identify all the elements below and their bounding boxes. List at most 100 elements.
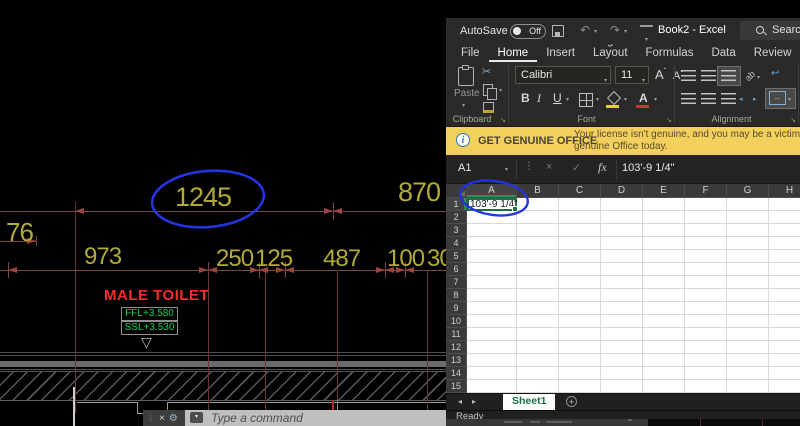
cell-C11[interactable] xyxy=(559,328,601,341)
paste-caret-icon[interactable]: ▾ xyxy=(462,102,465,109)
cell-A5[interactable] xyxy=(467,250,517,263)
cell-A14[interactable] xyxy=(467,367,517,380)
cell-C12[interactable] xyxy=(559,341,601,354)
align-left-icon[interactable] xyxy=(681,93,696,104)
cell-H4[interactable] xyxy=(769,237,800,250)
row-header-9[interactable]: 9 xyxy=(446,302,467,315)
tab-insert[interactable]: Insert xyxy=(537,45,584,62)
cell-G5[interactable] xyxy=(727,250,769,263)
borders-icon[interactable] xyxy=(579,93,593,107)
cell-G3[interactable] xyxy=(727,224,769,237)
insert-function-icon[interactable]: fx xyxy=(598,160,607,175)
font-size-select[interactable]: 11▾ xyxy=(615,66,649,84)
cell-H8[interactable] xyxy=(769,289,800,302)
wrench-icon[interactable]: ⚙ xyxy=(169,413,178,424)
cell-C6[interactable] xyxy=(559,263,601,276)
sheet-tab-sheet1[interactable]: Sheet1 xyxy=(503,394,555,410)
cell-G7[interactable] xyxy=(727,276,769,289)
namebox-resize-icon[interactable]: ⋮ xyxy=(524,161,534,172)
cell-B12[interactable] xyxy=(517,341,559,354)
formula-input[interactable]: 103'-9 1/4" xyxy=(622,162,675,174)
cell-B9[interactable] xyxy=(517,302,559,315)
cell-C4[interactable] xyxy=(559,237,601,250)
cell-D10[interactable] xyxy=(601,315,643,328)
cell-H11[interactable] xyxy=(769,328,800,341)
row-header-8[interactable]: 8 xyxy=(446,289,467,302)
column-header-E[interactable]: E xyxy=(643,184,685,198)
cell-H2[interactable] xyxy=(769,211,800,224)
align-right-icon[interactable] xyxy=(721,93,736,104)
cell-H12[interactable] xyxy=(769,341,800,354)
sheet-nav-right-icon[interactable]: ▸ xyxy=(472,397,476,406)
cell-G1[interactable] xyxy=(727,198,769,211)
cell-F1[interactable] xyxy=(685,198,727,211)
cell-C2[interactable] xyxy=(559,211,601,224)
cell-F11[interactable] xyxy=(685,328,727,341)
cell-E15[interactable] xyxy=(643,380,685,393)
underline-button[interactable]: U xyxy=(553,91,562,105)
wrap-text-icon[interactable]: ↩ xyxy=(771,68,779,79)
cell-C13[interactable] xyxy=(559,354,601,367)
cell-D2[interactable] xyxy=(601,211,643,224)
merge-center-icon[interactable]: ↔ xyxy=(769,91,786,105)
cell-H1[interactable] xyxy=(769,198,800,211)
cell-G11[interactable] xyxy=(727,328,769,341)
cell-D12[interactable] xyxy=(601,341,643,354)
cell-H15[interactable] xyxy=(769,380,800,393)
cell-E14[interactable] xyxy=(643,367,685,380)
cell-C8[interactable] xyxy=(559,289,601,302)
cell-B15[interactable] xyxy=(517,380,559,393)
cell-H10[interactable] xyxy=(769,315,800,328)
cell-E7[interactable] xyxy=(643,276,685,289)
redo-caret-icon[interactable]: ▾ xyxy=(624,28,627,35)
cell-H9[interactable] xyxy=(769,302,800,315)
top-align-icon[interactable] xyxy=(681,70,696,81)
bottom-align-icon[interactable] xyxy=(721,70,736,81)
cell-A4[interactable] xyxy=(467,237,517,250)
orientation-icon[interactable]: ab xyxy=(743,69,757,83)
cell-A15[interactable] xyxy=(467,380,517,393)
fill-caret-icon[interactable]: ▾ xyxy=(624,96,627,103)
borders-caret-icon[interactable]: ▾ xyxy=(596,96,599,103)
tab-review[interactable]: Review xyxy=(745,45,800,62)
tab-home[interactable]: Home xyxy=(489,45,538,62)
cell-H13[interactable] xyxy=(769,354,800,367)
cell-C10[interactable] xyxy=(559,315,601,328)
drag-dots-icon[interactable]: ⋮ xyxy=(147,414,155,423)
copy-icon[interactable] xyxy=(483,84,493,96)
cell-F3[interactable] xyxy=(685,224,727,237)
font-dialog-launcher-icon[interactable]: ↘ xyxy=(666,116,672,124)
cad-command-input[interactable]: ▾ Type a command xyxy=(185,410,446,426)
enter-icon[interactable]: ✓ xyxy=(572,161,581,174)
cell-A11[interactable] xyxy=(467,328,517,341)
clipboard-dialog-launcher-icon[interactable]: ↘ xyxy=(500,116,506,124)
cell-D13[interactable] xyxy=(601,354,643,367)
cell-F9[interactable] xyxy=(685,302,727,315)
font-color-caret-icon[interactable]: ▾ xyxy=(654,96,657,103)
redo-icon[interactable]: ↷ xyxy=(610,23,620,37)
row-header-7[interactable]: 7 xyxy=(446,276,467,289)
cell-C14[interactable] xyxy=(559,367,601,380)
cell-E1[interactable] xyxy=(643,198,685,211)
cell-H6[interactable] xyxy=(769,263,800,276)
cell-F8[interactable] xyxy=(685,289,727,302)
cell-F5[interactable] xyxy=(685,250,727,263)
cell-G12[interactable] xyxy=(727,341,769,354)
cell-C3[interactable] xyxy=(559,224,601,237)
italic-button[interactable]: I xyxy=(537,91,541,106)
cell-G6[interactable] xyxy=(727,263,769,276)
cell-F14[interactable] xyxy=(685,367,727,380)
cell-A13[interactable] xyxy=(467,354,517,367)
cell-D4[interactable] xyxy=(601,237,643,250)
cell-E10[interactable] xyxy=(643,315,685,328)
font-name-select[interactable]: Calibri▾ xyxy=(515,66,611,84)
cell-E3[interactable] xyxy=(643,224,685,237)
tab-data[interactable]: Data xyxy=(702,45,744,62)
row-header-4[interactable]: 4 xyxy=(446,237,467,250)
middle-align-icon[interactable] xyxy=(701,70,716,81)
cell-F2[interactable] xyxy=(685,211,727,224)
cell-D3[interactable] xyxy=(601,224,643,237)
cell-E6[interactable] xyxy=(643,263,685,276)
cell-E8[interactable] xyxy=(643,289,685,302)
close-icon[interactable]: × xyxy=(159,413,165,424)
